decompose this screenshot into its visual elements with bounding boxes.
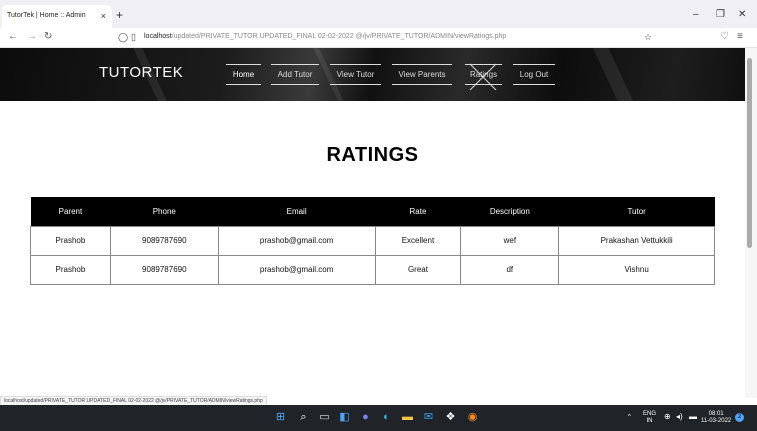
nav-home[interactable]: Home [226, 64, 261, 85]
column-header: Tutor [558, 197, 715, 226]
cell-parent: Prashob [30, 225, 111, 256]
cell-tutor: Prakashan Vettukkili [558, 225, 715, 256]
site-logo[interactable]: TUTORTEK [99, 64, 183, 81]
browser-nav-bar: ← → ↻ ◯ ▯ localhost/updated/PRIVATE_TUTO… [0, 28, 757, 48]
cell-phone: 9089787690 [109, 225, 219, 256]
nav-add-tutor[interactable]: Add Tutor [271, 64, 319, 85]
ratings-table: Parent Phone Email Rate Description Tuto… [30, 197, 715, 285]
cell-rate: Excellent [374, 225, 462, 256]
restore-icon[interactable]: ❐ [716, 9, 725, 20]
column-header: Email [218, 197, 376, 226]
nav-view-parents[interactable]: View Parents [392, 64, 452, 85]
cell-email: prashob@gmail.com [217, 225, 376, 256]
tray-chevron-icon[interactable]: ^ [628, 414, 631, 421]
tab-close-icon[interactable]: × [101, 11, 106, 21]
os-taskbar: ⊞ ⌕ ▭ ◧ ● ◐ ▬ ✉ ❖ ◉ ^ ENG IN ⊕ ◂) ▬ 08:01… [0, 405, 757, 431]
volume-icon[interactable]: ◂) [676, 413, 683, 421]
web-page: TUTORTEK Home Add Tutor View Tutor View … [0, 48, 745, 398]
table-header-row: Parent Phone Email Rate Description Tuto… [30, 197, 715, 226]
file-explorer-icon[interactable]: ▬ [401, 411, 414, 424]
tab-title: TutorTek | Home :: Admin [7, 12, 86, 19]
browser-tab-bar: TutorTek | Home :: Admin × + – ❐ ✕ [0, 0, 757, 28]
mail-icon[interactable]: ✉ [422, 411, 435, 424]
shield-icon: ◯ [118, 32, 129, 42]
table-row: Prashob 9089787690 prashob@gmail.com Gre… [30, 254, 715, 285]
vertical-scrollbar[interactable] [745, 48, 757, 398]
browser-tab[interactable]: TutorTek | Home :: Admin × [2, 5, 112, 28]
active-x-marker-icon [469, 63, 497, 91]
cell-description: wef [460, 225, 560, 256]
page-title: RATINGS [326, 144, 419, 166]
back-icon[interactable]: ← [8, 31, 18, 42]
column-header: Phone [110, 197, 219, 226]
firefox-icon[interactable]: ◉ [466, 411, 479, 424]
cell-parent: Prashob [30, 254, 111, 285]
task-view-icon[interactable]: ▭ [318, 411, 331, 424]
edge-icon[interactable]: ◐ [380, 411, 393, 424]
teams-chat-icon[interactable]: ● [359, 411, 372, 424]
cell-tutor: Vishnu [558, 254, 715, 285]
start-icon[interactable]: ⊞ [274, 411, 287, 424]
cell-rate: Great [374, 254, 462, 285]
window-close-icon[interactable]: ✕ [738, 9, 746, 20]
column-header: Parent [30, 197, 111, 226]
site-header: TUTORTEK Home Add Tutor View Tutor View … [0, 48, 745, 101]
widgets-icon[interactable]: ◧ [338, 411, 351, 424]
cell-phone: 9089787690 [109, 254, 219, 285]
nav-log-out[interactable]: Log Out [513, 64, 555, 85]
url-text: localhost/updated/PRIVATE_TUTOR UPDATED_… [144, 33, 507, 40]
search-icon[interactable]: ⌕ [297, 411, 310, 424]
network-icon[interactable]: ⊕ [664, 413, 671, 421]
column-header: Description [460, 197, 559, 226]
clock[interactable]: 08:01 11-03-2022 [701, 411, 731, 425]
pocket-icon[interactable]: ♡ [720, 31, 729, 42]
scrollbar-thumb[interactable] [747, 58, 752, 248]
address-bar[interactable]: ◯ ▯ localhost/updated/PRIVATE_TUTOR UPDA… [114, 30, 674, 46]
cell-description: df [460, 254, 560, 285]
page-icon: ▯ [131, 32, 136, 42]
language-indicator[interactable]: ENG IN [643, 411, 656, 425]
new-tab-button[interactable]: + [116, 8, 123, 22]
reload-icon[interactable]: ↻ [44, 31, 52, 42]
forward-icon[interactable]: → [27, 31, 37, 42]
column-header: Rate [375, 197, 461, 226]
nav-view-tutor[interactable]: View Tutor [330, 64, 381, 85]
table-row: Prashob 9089787690 prashob@gmail.com Exc… [30, 225, 715, 256]
bookmark-star-icon[interactable]: ☆ [644, 32, 652, 43]
dropbox-icon[interactable]: ❖ [444, 411, 457, 424]
notification-badge[interactable]: 2 [735, 413, 744, 422]
cell-email: prashob@gmail.com [217, 254, 376, 285]
extensions-icon[interactable]: ≡ [737, 31, 743, 42]
battery-icon[interactable]: ▬ [689, 413, 697, 421]
minimize-icon[interactable]: – [693, 9, 699, 20]
